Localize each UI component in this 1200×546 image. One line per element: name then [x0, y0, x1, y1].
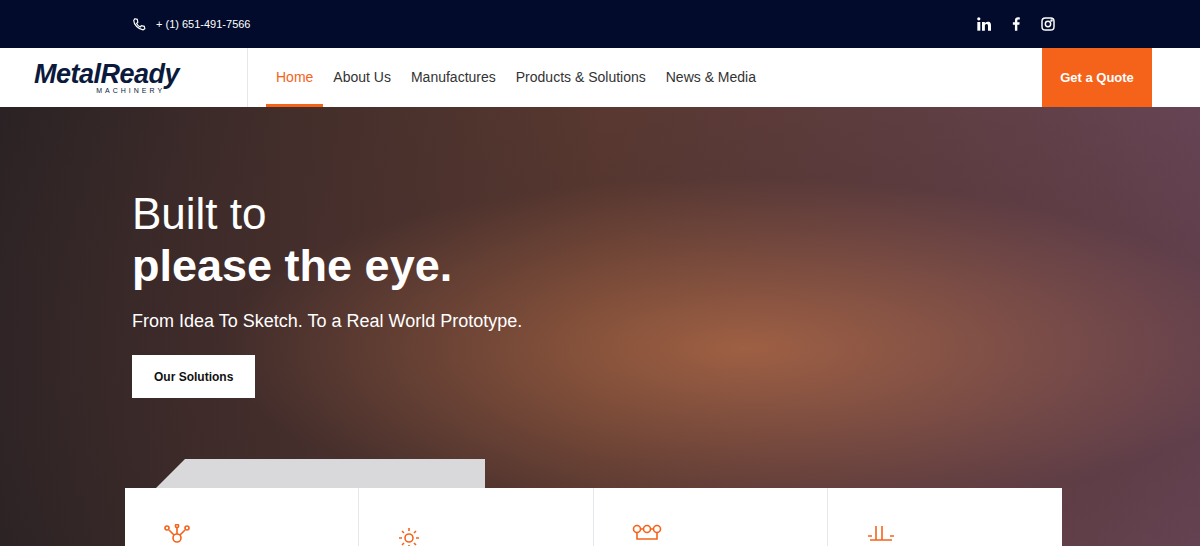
nav-item[interactable]: About Us	[323, 48, 401, 107]
machine-icon	[866, 524, 896, 546]
nav-item[interactable]: News & Media	[656, 48, 766, 107]
nav-item[interactable]: Products & Solutions	[506, 48, 656, 107]
nav-label[interactable]: About Us	[333, 67, 391, 88]
instagram-icon[interactable]	[1040, 16, 1056, 32]
linkedin-icon[interactable]	[976, 16, 992, 32]
feature-card[interactable]	[828, 488, 1062, 546]
nav-item[interactable]: Manufactures	[401, 48, 506, 107]
logo[interactable]: MetalReady MACHINERY	[0, 48, 248, 107]
phone-contact[interactable]: + (1) 651-491-7566	[132, 16, 250, 33]
hero-title-line: please the eye.	[132, 239, 452, 293]
nav-label[interactable]: Home	[276, 67, 313, 88]
facebook-icon[interactable]	[1008, 16, 1024, 32]
feature-card[interactable]	[594, 488, 828, 546]
slant-decoration	[155, 459, 485, 489]
logo-name[interactable]: MetalReady	[34, 61, 179, 87]
nav-item[interactable]: Home	[266, 48, 323, 107]
feature-card[interactable]	[359, 488, 593, 546]
hero-subtitle: From Idea To Sketch. To a Real World Pro…	[132, 309, 522, 333]
hero: Built to please the eye. From Idea To Sk…	[0, 107, 1200, 546]
network-icon	[163, 524, 191, 546]
feature-cards	[125, 488, 1062, 546]
nav-label[interactable]: Manufactures	[411, 67, 496, 88]
nav-bar: MetalReady MACHINERY Home About Us Manufac…	[0, 48, 1200, 107]
phone-number[interactable]: + (1) 651-491-7566	[156, 16, 250, 33]
feature-card[interactable]	[125, 488, 359, 546]
nav-label[interactable]: Products & Solutions	[516, 67, 646, 88]
nav-label[interactable]: News & Media	[666, 67, 756, 88]
main-menu: Home About Us Manufactures Products & Solut…	[266, 48, 766, 107]
hero-title-line: Built to	[132, 189, 267, 239]
process-icon	[632, 524, 662, 546]
gear-icon	[397, 524, 425, 546]
our-solutions-button[interactable]: Our Solutions	[132, 355, 255, 398]
get-quote-button[interactable]: Get a Quote	[1042, 48, 1152, 107]
phone-icon	[132, 17, 146, 31]
logo-tagline: MACHINERY	[96, 87, 179, 95]
social-links	[976, 16, 1056, 32]
top-bar: + (1) 651-491-7566	[0, 0, 1200, 48]
